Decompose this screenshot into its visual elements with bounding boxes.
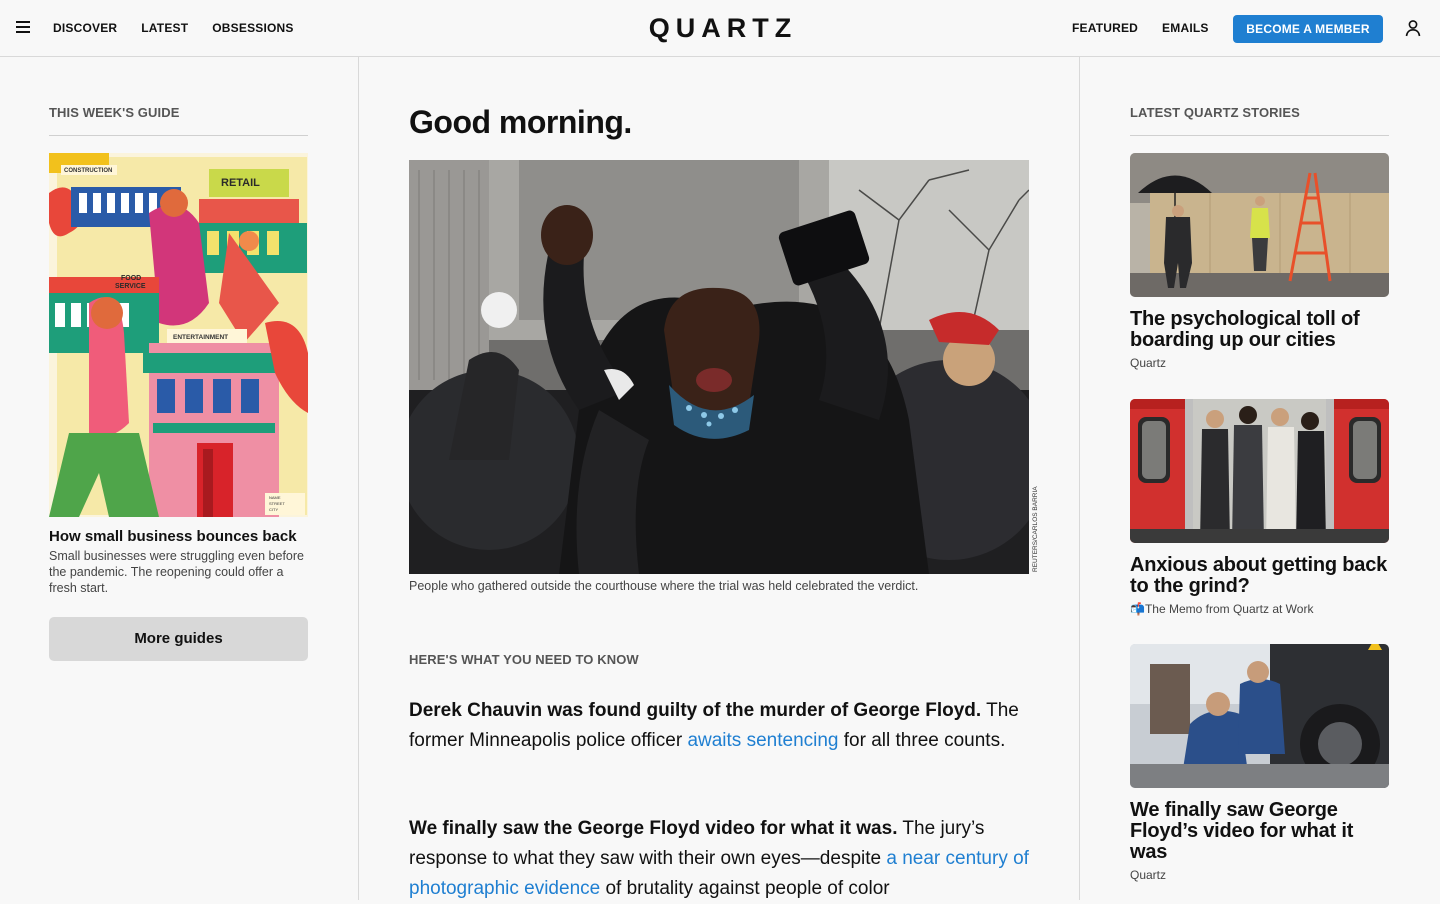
brief-item: We finally saw the George Floyd video fo… [409,814,1029,904]
brief-text: for all three counts. [838,730,1006,751]
more-guides-button[interactable]: More guides [49,617,308,661]
story-card[interactable]: The psychological toll of boarding up ou… [1130,153,1389,371]
guide-description: Small businesses were struggling even be… [49,549,304,595]
user-account-icon[interactable] [1404,19,1422,37]
story-thumbnail[interactable] [1130,153,1389,297]
photo-credit-text: REUTERS/CARLOS BARRIA [1032,486,1039,572]
secondary-nav: FEATURED EMAILS [1072,20,1209,36]
photo-credit: REUTERS/CARLOS BARRIA [1032,480,1040,575]
story-title[interactable]: We finally saw George Floyd’s video for … [1130,800,1389,863]
guide-title[interactable]: How small business bounces back [49,527,308,547]
daily-brief: Good morning. REUTERS/CARLOS BARRIA Peop… [409,100,1039,899]
story-source: Quartz [1130,355,1389,371]
guide-illustration[interactable]: CONSTRUCTION RETAIL FOOD SERVICE ENTERTA… [49,153,308,517]
illustration-form-street: STREET [269,501,285,506]
story-title[interactable]: The psychological toll of boarding up ou… [1130,309,1389,351]
story-source-text: Quartz [1130,356,1167,370]
weekly-guide-panel: THIS WEEK'S GUIDE CONSTRUCTION RETAIL FO… [49,105,308,661]
story-source-text: Quartz [1130,868,1167,882]
right-column-divider [1079,57,1080,900]
section-label-need-to-know: HERE'S WHAT YOU NEED TO KNOW [409,652,639,667]
illustration-label-entertainment: ENTERTAINMENT [173,334,228,341]
brief-headline: Derek Chauvin was found guilty of the mu… [409,700,982,721]
hero-photo[interactable] [409,160,1029,574]
illustration-label-service: SERVICE [115,283,146,290]
greeting-heading: Good morning. [409,104,632,140]
brief-link-awaits-sentencing[interactable]: awaits sentencing [687,730,838,751]
latest-stories-panel: LATEST QUARTZ STORIES The psychological … [1130,105,1389,882]
brief-text: of brutality against people of color [600,878,890,899]
story-card[interactable]: Anxious about getting back to the grind?… [1130,399,1389,617]
story-source: 📬The Memo from Quartz at Work [1130,601,1389,617]
hero-caption: People who gathered outside the courthou… [409,579,919,593]
illustration-label-construction: CONSTRUCTION [64,168,112,174]
section-label-weekly-guide: THIS WEEK'S GUIDE [49,105,180,120]
story-title[interactable]: Anxious about getting back to the grind? [1130,555,1389,597]
brief-item: Derek Chauvin was found guilty of the mu… [409,696,1029,756]
story-source: Quartz [1130,867,1389,883]
illustration-label-food: FOOD [121,275,141,282]
story-thumbnail[interactable] [1130,644,1389,788]
left-column-divider [358,57,359,900]
nav-emails[interactable]: EMAILS [1162,20,1209,36]
divider [49,135,308,136]
divider [1130,135,1389,136]
brief-headline: We finally saw the George Floyd video fo… [409,818,898,839]
quartz-logo[interactable]: QUARTZ [0,13,1440,43]
story-thumbnail[interactable] [1130,399,1389,543]
mailbox-icon: 📬 [1130,602,1145,616]
story-card[interactable]: We finally saw George Floyd’s video for … [1130,644,1389,883]
illustration-form-city: CITY [269,507,278,512]
nav-featured[interactable]: FEATURED [1072,20,1138,36]
illustration-label-retail: RETAIL [221,177,260,189]
site-header: DISCOVER LATEST OBSESSIONS QUARTZ FEATUR… [0,0,1440,57]
story-source-text: The Memo from Quartz at Work [1144,602,1314,616]
illustration-form-name: NAME [269,495,281,500]
section-label-latest-stories: LATEST QUARTZ STORIES [1130,105,1300,120]
become-member-button[interactable]: BECOME A MEMBER [1233,15,1383,43]
